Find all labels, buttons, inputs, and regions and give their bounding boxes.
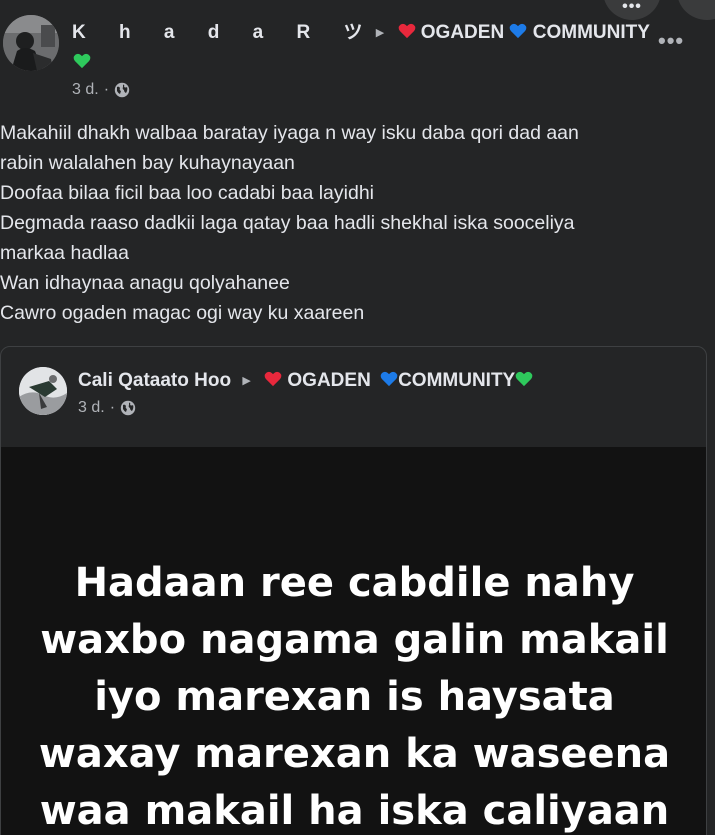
facebook-post-view: ••• K h a d a R ツ ▶ OGADEN COMMUNITY 3 d… xyxy=(0,0,715,835)
post-author-line: K h a d a R ツ ▶ OGADEN COMMUNITY xyxy=(72,18,652,77)
image-text-line: waxbo nagama galin makail xyxy=(40,617,669,663)
post-text-line: Wan idhaynaa anagu qolyahanee xyxy=(0,272,290,294)
shared-post-card[interactable]: Cali Qataato Hoo ▶ OGADEN COMMUNITY 3 d.… xyxy=(0,346,707,835)
shared-author-line: Cali Qataato Hoo ▶ OGADEN COMMUNITY xyxy=(78,368,678,394)
red-heart-icon xyxy=(264,371,282,387)
post-text: Makahiil dhakh walbaa baratay iyaga n wa… xyxy=(0,118,712,328)
post-text-line: Doofaa bilaa ficil baa loo cadabi baa la… xyxy=(0,182,375,204)
globe-icon xyxy=(120,400,136,416)
caret-right-icon: ▶ xyxy=(242,375,251,387)
more-options-button[interactable]: ••• xyxy=(658,30,690,52)
post-header: K h a d a R ツ ▶ OGADEN COMMUNITY 3 d. · xyxy=(0,13,715,103)
post-group-suffix[interactable]: COMMUNITY xyxy=(533,22,650,43)
post-text-line: markaa hadlaa xyxy=(0,242,129,264)
shared-author-name[interactable]: Cali Qataato Hoo xyxy=(78,370,231,391)
shared-post-header: Cali Qataato Hoo ▶ OGADEN COMMUNITY 3 d.… xyxy=(1,347,706,447)
meta-separator: · xyxy=(109,399,116,416)
red-heart-icon xyxy=(398,23,415,39)
image-text-line: waa makail ha iska caliyaan xyxy=(39,788,670,834)
image-text-block: Hadaan ree cabdile nahy waxbo nagama gal… xyxy=(1,555,706,835)
blue-heart-icon xyxy=(510,23,527,39)
green-heart-icon xyxy=(73,53,91,69)
shared-group-name[interactable]: OGADEN xyxy=(287,370,370,391)
shared-author-avatar[interactable] xyxy=(19,367,67,415)
post-meta: 3 d. · xyxy=(72,81,130,99)
shared-post-meta: 3 d. · xyxy=(78,399,136,417)
shared-timestamp[interactable]: 3 d. xyxy=(78,399,105,417)
post-timestamp[interactable]: 3 d. xyxy=(72,81,99,99)
post-group-name[interactable]: OGADEN xyxy=(421,22,504,43)
post-text-line: Cawro ogaden magac ogi way ku xaareen xyxy=(0,302,365,324)
author-avatar[interactable] xyxy=(3,15,59,71)
post-text-line: Degmada raaso dadkii laga qatay baa hadl… xyxy=(0,212,575,234)
shared-post-image[interactable]: Hadaan ree cabdile nahy waxbo nagama gal… xyxy=(1,447,706,835)
image-text-line: waxay marexan ka waseena xyxy=(38,731,671,777)
post-text-line: Makahiil dhakh walbaa baratay iyaga n wa… xyxy=(0,122,579,144)
caret-right-icon: ▶ xyxy=(375,27,385,39)
image-text-line: iyo marexan is haysata xyxy=(94,674,615,720)
post-author-name[interactable]: K h a d a R ツ xyxy=(72,22,376,43)
meta-separator: · xyxy=(103,81,110,98)
post-text-line: rabin walalahen bay kuhaynayaan xyxy=(0,152,295,174)
shared-group-suffix[interactable]: COMMUNITY xyxy=(398,370,515,391)
image-text-line: Hadaan ree cabdile nahy xyxy=(74,560,635,606)
globe-icon xyxy=(114,82,130,98)
blue-heart-icon xyxy=(380,371,398,387)
green-heart-icon xyxy=(515,371,533,387)
